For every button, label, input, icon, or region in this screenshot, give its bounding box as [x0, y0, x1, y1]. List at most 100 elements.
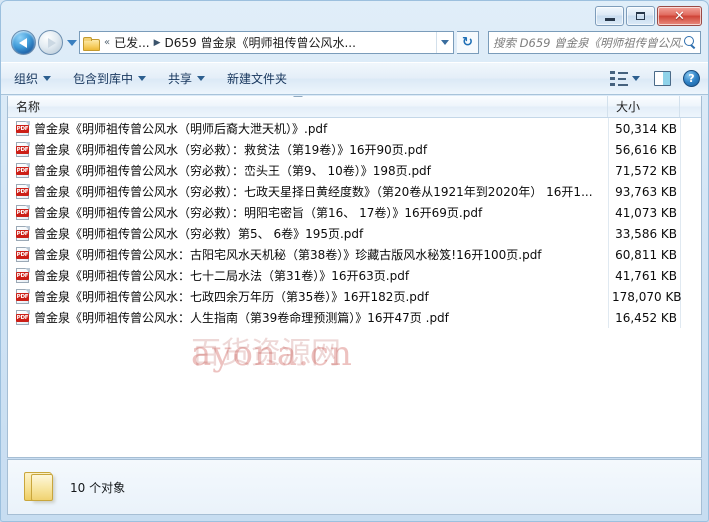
pdf-file-icon: PDF — [16, 121, 30, 136]
arrow-left-icon — [18, 37, 27, 48]
command-toolbar: 组织 包含到库中 共享 新建文件夹 ? — [1, 62, 708, 95]
toolbar-organize-button[interactable]: 组织 — [5, 66, 60, 91]
file-size: 178,070 KB — [612, 289, 682, 304]
file-name: 曾金泉《明师祖传曾公风水（穷必救）第5、 6卷》195页.pdf — [34, 227, 364, 241]
back-button[interactable] — [11, 30, 36, 55]
maximize-icon — [636, 12, 645, 20]
table-row[interactable]: PDF 曾金泉《明师祖传曾公风水：古阳宅风水天机秘（第38卷）》珍藏古版风水秘笈… — [8, 244, 701, 265]
title-bar: ✕ — [1, 1, 708, 27]
site-watermark: 百货资源网 ayona.cn — [191, 328, 621, 380]
column-header-name-label: 名称 — [16, 100, 41, 114]
search-input[interactable]: 搜索 D659 曾金泉《明师祖传曾公风... — [493, 35, 683, 51]
file-name: 曾金泉《明师祖传曾公风水：七政四余万年历（第35卷）》16开182页.pdf — [34, 290, 429, 304]
file-name: 曾金泉《明师祖传曾公风水：七十二局水法（第31卷）》16开63页.pdf — [34, 269, 410, 283]
table-row[interactable]: PDF 曾金泉《明师祖传曾公风水（穷必救）：峦头王（第9、 10卷）》198页.… — [8, 160, 701, 181]
search-box[interactable]: 搜索 D659 曾金泉《明师祖传曾公风... — [488, 31, 701, 54]
file-size: 56,616 KB — [615, 142, 677, 157]
navigation-buttons — [11, 30, 77, 55]
refresh-icon: ↻ — [462, 35, 473, 50]
toolbar-share-label: 共享 — [168, 72, 193, 86]
search-icon — [683, 36, 696, 49]
pdf-badge: PDF — [16, 314, 29, 322]
file-rows: PDF 曾金泉《明师祖传曾公风水（明师后裔大泄天机）》.pdf 50,314 K… — [8, 118, 701, 328]
breadcrumb-item-0[interactable]: 已发... — [113, 34, 150, 51]
pdf-badge: PDF — [16, 230, 29, 238]
pdf-file-icon: PDF — [16, 163, 30, 178]
file-name: 曾金泉《明师祖传曾公风水：古阳宅风水天机秘（第38卷）》珍藏古版风水秘笈!16开… — [34, 248, 542, 262]
column-header-row: 名称 大小 — [8, 96, 701, 118]
toolbar-organize-label: 组织 — [14, 72, 39, 86]
chevron-down-icon — [43, 76, 52, 81]
file-size: 71,572 KB — [615, 163, 677, 178]
table-row[interactable]: PDF 曾金泉《明师祖传曾公风水：七十二局水法（第31卷）》16开63页.pdf… — [8, 265, 701, 286]
column-header-size-label: 大小 — [616, 100, 641, 114]
folder-icon — [22, 471, 58, 503]
table-row[interactable]: PDF 曾金泉《明师祖传曾公风水（穷必救）：七政天星择日黄经度数》（第20卷从1… — [8, 181, 701, 202]
maximize-button[interactable] — [626, 6, 655, 26]
pdf-file-icon: PDF — [16, 142, 30, 157]
file-size: 41,761 KB — [615, 268, 677, 283]
file-name: 曾金泉《明师祖传曾公风水（明师后裔大泄天机）》.pdf — [34, 122, 328, 136]
breadcrumb-overflow-icon[interactable]: « — [101, 37, 113, 48]
file-name: 曾金泉《明师祖传曾公风水（穷必救）：明阳宅密旨（第16、 17卷）》16开69页… — [34, 206, 483, 220]
table-row[interactable]: PDF 曾金泉《明师祖传曾公风水：人生指南（第39卷命理预测篇）》16开47页 … — [8, 307, 701, 328]
pdf-file-icon: PDF — [16, 247, 30, 262]
status-bar: 10 个对象 — [7, 459, 702, 515]
pdf-file-icon: PDF — [16, 268, 30, 283]
pdf-file-icon: PDF — [16, 184, 30, 199]
recent-locations-chevron-down-icon[interactable] — [67, 39, 77, 46]
file-name: 曾金泉《明师祖传曾公风水（穷必救）：救贫法（第19卷）》16开90页.pdf — [34, 143, 428, 157]
pdf-badge: PDF — [16, 209, 29, 217]
file-size: 41,073 KB — [615, 205, 677, 220]
pdf-file-icon: PDF — [16, 226, 30, 241]
preview-pane-icon[interactable] — [654, 71, 671, 86]
toolbar-share-button[interactable]: 共享 — [159, 66, 214, 91]
arrow-right-icon — [47, 37, 56, 48]
view-options-icon[interactable] — [610, 71, 628, 86]
pdf-badge: PDF — [16, 146, 29, 154]
sort-ascending-icon — [293, 96, 303, 97]
minimize-button[interactable] — [595, 6, 624, 26]
breadcrumb-item-1[interactable]: D659 曾金泉《明师祖传曾公风水... — [164, 34, 357, 51]
explorer-window: ✕ « 已发... ▶ D659 曾金泉《明师祖传曾公风水... ↻ 搜索 D6… — [0, 0, 709, 522]
toolbar-new-folder-label: 新建文件夹 — [227, 72, 288, 86]
pdf-badge: PDF — [16, 188, 29, 196]
column-header-size[interactable]: 大小 — [608, 96, 680, 117]
file-name: 曾金泉《明师祖传曾公风水（穷必救）：峦头王（第9、 10卷）》198页.pdf — [34, 164, 431, 178]
chevron-down-icon — [138, 76, 147, 81]
pdf-file-icon: PDF — [16, 310, 30, 325]
folder-icon — [83, 36, 100, 51]
file-name: 曾金泉《明师祖传曾公风水：人生指南（第39卷命理预测篇）》16开47页 .pdf — [34, 311, 449, 325]
address-dropdown-button[interactable] — [436, 32, 453, 53]
table-row[interactable]: PDF 曾金泉《明师祖传曾公风水：七政四余万年历（第35卷）》16开182页.p… — [8, 286, 701, 307]
file-name: 曾金泉《明师祖传曾公风水（穷必救）：七政天星择日黄经度数》（第20卷从1921年… — [34, 185, 593, 199]
file-size: 50,314 KB — [615, 121, 677, 136]
table-row[interactable]: PDF 曾金泉《明师祖传曾公风水（明师后裔大泄天机）》.pdf 50,314 K… — [8, 118, 701, 139]
item-count-label: 10 个对象 — [70, 480, 126, 495]
table-row[interactable]: PDF 曾金泉《明师祖传曾公风水（穷必救）：救贫法（第19卷）》16开90页.p… — [8, 139, 701, 160]
address-bar-row: « 已发... ▶ D659 曾金泉《明师祖传曾公风水... ↻ 搜索 D659… — [1, 28, 708, 61]
chevron-down-icon — [441, 40, 449, 45]
table-row[interactable]: PDF 曾金泉《明师祖传曾公风水（穷必救）第5、 6卷》195页.pdf 33,… — [8, 223, 701, 244]
table-row[interactable]: PDF 曾金泉《明师祖传曾公风水（穷必救）：明阳宅密旨（第16、 17卷）》16… — [8, 202, 701, 223]
view-options-chevron-down-icon[interactable] — [632, 76, 640, 81]
pdf-file-icon: PDF — [16, 289, 30, 304]
file-size: 60,811 KB — [615, 247, 677, 262]
toolbar-include-in-library-button[interactable]: 包含到库中 — [64, 66, 155, 91]
address-bar[interactable]: « 已发... ▶ D659 曾金泉《明师祖传曾公风水... — [79, 31, 454, 54]
toolbar-new-folder-button[interactable]: 新建文件夹 — [218, 66, 296, 91]
column-header-name[interactable]: 名称 — [8, 96, 608, 117]
watermark-latin-text: ayona.cn — [191, 334, 353, 374]
pdf-badge: PDF — [16, 167, 29, 175]
pdf-badge: PDF — [16, 125, 29, 133]
help-icon[interactable]: ? — [683, 70, 700, 87]
forward-button[interactable] — [38, 30, 63, 55]
close-icon: ✕ — [674, 8, 685, 24]
close-button[interactable]: ✕ — [657, 6, 702, 26]
refresh-button[interactable]: ↻ — [457, 31, 479, 54]
breadcrumb-separator-icon[interactable]: ▶ — [151, 38, 164, 48]
chevron-down-icon — [197, 76, 206, 81]
toolbar-include-in-library-label: 包含到库中 — [73, 72, 134, 86]
file-size: 33,586 KB — [615, 226, 677, 241]
watermark-chinese-text: 百货资源网 — [191, 336, 341, 371]
